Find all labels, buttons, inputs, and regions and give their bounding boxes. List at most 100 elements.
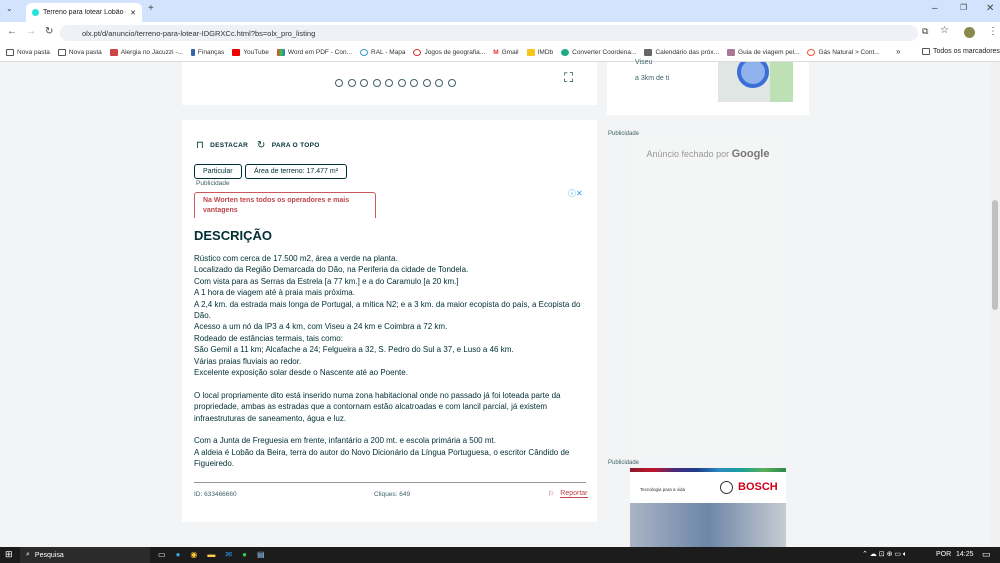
description-line: São Gemil a 11 km; Alcafache a 24; Felgu… (194, 345, 514, 355)
tray-icons[interactable]: ⌃ ☁ ⊡ ⊕ ▭ 🔈︎ (862, 550, 907, 559)
more-bookmarks-icon[interactable]: » (896, 47, 900, 56)
url-text: olx.pt/d/anuncio/terreno-para-lotear-IDG… (82, 28, 316, 38)
bookmark-11[interactable]: Calendário das próx... (644, 48, 719, 56)
scrollbar[interactable] (990, 62, 1000, 547)
gallery-dots[interactable] (335, 74, 460, 92)
close-tab-icon[interactable]: ✕ (130, 9, 136, 17)
new-tab-icon[interactable]: + (148, 3, 154, 14)
clicks-count: Cliques: 649 (374, 491, 411, 498)
description-paragraph: Rústico com cerca de 17.500 m2, área a v… (194, 253, 586, 378)
gallery-card: ⛶ (182, 62, 597, 105)
bookmark-4[interactable]: YouTube (232, 48, 269, 56)
bosch-logo-icon (720, 481, 733, 494)
language-indicator[interactable]: POR (936, 551, 951, 558)
gallery-dot[interactable] (447, 79, 456, 87)
whatsapp-icon[interactable]: ● (242, 550, 247, 559)
profile-avatar[interactable] (964, 27, 975, 38)
mail-icon[interactable]: ✉ (225, 550, 232, 559)
sidebar-ad2-label: Publicidade (608, 460, 640, 466)
close-window-icon[interactable]: ✕ (986, 3, 994, 14)
search-icon: ⌕ (26, 551, 30, 558)
gallery-dot[interactable] (397, 79, 406, 87)
gallery-dot[interactable] (347, 79, 356, 87)
taskbar: ⊞ ⌕ Pesquisa ▭ ● ◉ ▬ ✉ ● ▤ ⌃ ☁ ⊡ ⊕ ▭ 🔈︎ POR 14:… (0, 547, 1000, 563)
tab-active[interactable]: Terreno para lotear Lobão da Beira ✕ (26, 3, 142, 22)
clock[interactable]: 14:25 (956, 551, 974, 558)
bosch-brand: BOSCH (738, 481, 778, 493)
description-body: Rústico com cerca de 17.500 m2, área a v… (194, 253, 586, 481)
app-icon[interactable]: ▤ (257, 550, 265, 559)
menu-icon[interactable]: ⋮ (988, 26, 998, 37)
location-map[interactable] (718, 62, 793, 102)
tab-title: Terreno para lotear Lobão da Beira (43, 9, 126, 16)
bookmark-5[interactable]: Word em PDF - Con... (276, 48, 352, 56)
refresh-icon: ↻ (257, 140, 266, 151)
notification-icon[interactable]: ▭ (982, 549, 991, 560)
description-line: A 2,4 km. da estrada mais longa de Portu… (194, 299, 581, 321)
gallery-dot[interactable] (435, 79, 443, 87)
description-line: Excelente exposição solar desde o Nascen… (194, 368, 408, 378)
bookmark-13[interactable]: Gás Natural > Cont... (807, 48, 880, 56)
bookmark-2[interactable]: Alergia no Jacuzzi -... (109, 48, 183, 56)
location-distance: a 3km de ti (635, 75, 670, 82)
back-icon[interactable]: ← (7, 26, 17, 37)
gallery-dot[interactable] (360, 79, 368, 87)
description-line: Com a Junta de Freguesia em frente, infa… (194, 436, 496, 446)
gallery-dot[interactable] (410, 79, 418, 87)
description-line: Rústico com cerca de 17.500 m2, área a v… (194, 254, 398, 263)
location-city: Viseu (635, 59, 653, 66)
ad-banner-worten[interactable]: Na Worten tens todos os operadores e mai… (194, 192, 376, 218)
location-circle (737, 62, 769, 88)
bookmark-9[interactable]: IMDb (526, 48, 553, 56)
highlight-button[interactable]: ⊓ DESTACAR (196, 140, 248, 151)
flag-icon: ⚐ (548, 491, 555, 498)
ad-info-close-icon[interactable]: ⓘ✕ (568, 188, 583, 199)
olx-favicon (32, 9, 39, 16)
sidebar-ad-label: Publicidade (608, 131, 640, 137)
bookmark-1[interactable]: Nova pasta (57, 48, 102, 56)
restore-icon[interactable]: ❐ (960, 3, 967, 12)
gallery-dot[interactable] (372, 79, 381, 87)
bookmarks-bar: Nova pasta Nova pasta Alergia no Jacuzzi… (0, 43, 1000, 62)
windows-start-icon[interactable]: ⊞ (5, 549, 13, 560)
taskbar-search[interactable]: ⌕ Pesquisa (20, 547, 150, 563)
bookmark-star-icon[interactable]: ☆ (940, 25, 949, 36)
forward-icon[interactable]: → (26, 26, 36, 37)
scrollbar-thumb[interactable] (992, 200, 998, 310)
gallery-dot[interactable] (385, 79, 393, 87)
chip-seller-type: Particular (194, 164, 242, 179)
description-line: Rodeado de estâncias termais, tais como: (194, 333, 343, 343)
chrome-icon[interactable]: ◉ (190, 550, 197, 559)
address-bar[interactable]: olx.pt/d/anuncio/terreno-para-lotear-IDG… (60, 25, 918, 41)
bookmark-icon: ⊓ (196, 140, 205, 151)
listing-id: ID: 633466660 (194, 491, 237, 498)
description-line: Várias praias fluviais ao redor. (194, 356, 302, 366)
all-bookmarks[interactable]: Todos os marcadores (922, 48, 1000, 55)
install-icon[interactable]: ⧉ (922, 26, 928, 37)
gallery-dot[interactable] (335, 79, 343, 87)
bookmark-7[interactable]: Jogos de geografia... (413, 48, 485, 56)
edge-icon[interactable]: ● (176, 550, 181, 559)
description-title: DESCRIÇÃO (194, 228, 273, 243)
description-line: A aldeia é Lobão da Beira, terra do auto… (194, 447, 570, 469)
bosch-ad[interactable]: Tecnologia para a vida BOSCH (630, 468, 786, 547)
to-top-button[interactable]: ↻ PARA O TOPO (257, 140, 320, 151)
bookmark-3[interactable]: Finanças (190, 48, 224, 56)
report-button[interactable]: ⚐ Reportar (548, 490, 588, 498)
task-view-icon[interactable]: ▭ (158, 550, 166, 559)
bookmark-8[interactable]: M Gmail (493, 49, 518, 56)
minimize-icon[interactable]: – (932, 3, 938, 14)
description-line: Com vista para as Serras da Estrela [a 7… (194, 276, 459, 286)
bookmark-6[interactable]: RAL - Mapa (360, 48, 405, 56)
bookmark-12[interactable]: Guia de viagem pel... (727, 48, 799, 56)
fullscreen-icon[interactable]: ⛶ (564, 70, 573, 86)
bookmark-0[interactable]: Nova pasta (6, 48, 50, 56)
bookmarks-list: Nova pasta Nova pasta Alergia no Jacuzzi… (6, 43, 886, 61)
bosch-tagline: Tecnologia para a vida (640, 487, 686, 492)
bookmark-10[interactable]: Converter Coordena... (561, 48, 636, 56)
chip-area: Área de terreno: 17.477 m² (245, 164, 348, 179)
explorer-icon[interactable]: ▬ (207, 550, 215, 559)
gallery-dot[interactable] (422, 79, 431, 87)
tab-list-icon[interactable]: ⌄ (6, 4, 13, 13)
reload-icon[interactable]: ↻ (45, 26, 53, 37)
